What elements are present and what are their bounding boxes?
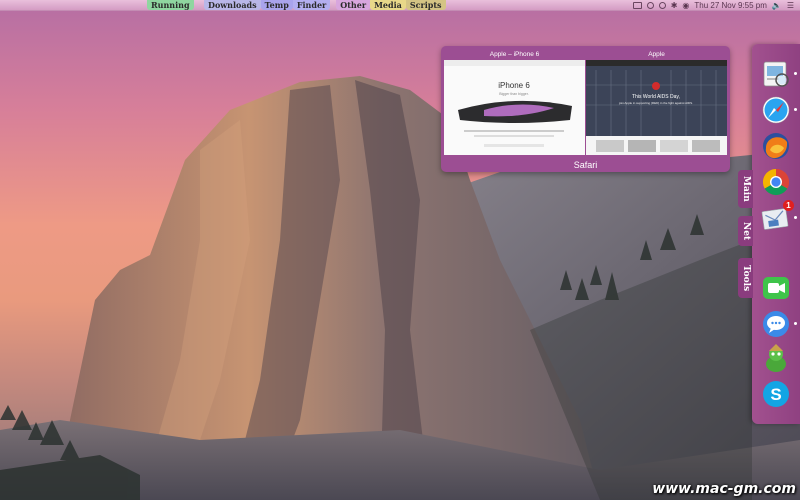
clock-icon[interactable] <box>658 2 666 9</box>
iphone6-page-preview: iPhone 6 Bigger than bigger. <box>444 60 585 155</box>
tab-main[interactable]: Main <box>738 170 753 208</box>
messages-icon[interactable] <box>760 308 797 340</box>
message-icon[interactable] <box>646 2 654 9</box>
wifi-icon[interactable]: ◉ <box>682 1 689 10</box>
mail-badge: 1 <box>783 200 794 211</box>
safari-window-preview: Apple – iPhone 6 iPhone 6 Bigger than bi… <box>441 46 730 172</box>
adium-icon[interactable] <box>760 342 792 374</box>
apple-page-headline: This World AIDS Day, <box>632 94 680 100</box>
running-indicator <box>794 108 797 111</box>
running-indicator <box>794 322 797 325</box>
page-headline: iPhone 6 <box>498 81 530 90</box>
date-time[interactable]: Thu 27 Nov 9:55 pm <box>694 1 766 10</box>
volume-icon[interactable]: 🔈 <box>772 1 782 10</box>
firefox-icon[interactable] <box>760 130 792 162</box>
popover-app-label: Safari <box>573 160 598 170</box>
tab-media[interactable]: Media <box>370 0 406 10</box>
skype-icon[interactable]: S <box>760 378 792 410</box>
facetime-icon[interactable] <box>760 272 792 304</box>
tab-finder[interactable]: Finder <box>292 0 331 10</box>
bluetooth-icon[interactable]: ✱ <box>671 1 678 10</box>
tab-scripts[interactable]: Scripts <box>405 0 446 10</box>
svg-text:S: S <box>770 385 781 404</box>
running-indicator <box>794 216 797 219</box>
apple-page-preview: This World AIDS Day, join Apple in suppo… <box>586 60 727 155</box>
preview-icon[interactable] <box>760 58 797 90</box>
chrome-icon[interactable] <box>760 166 792 198</box>
side-dock: Main Net Tools 1 S <box>738 44 800 424</box>
window-title: Apple <box>586 50 727 60</box>
window-thumbnail-iphone6[interactable]: Apple – iPhone 6 iPhone 6 Bigger than bi… <box>444 50 585 155</box>
battery-icon[interactable] <box>632 2 642 9</box>
running-tab-group: Running <box>147 0 194 10</box>
tab-downloads[interactable]: Downloads <box>204 0 261 10</box>
running-indicator <box>794 72 797 75</box>
tab-tools[interactable]: Tools <box>738 258 753 298</box>
window-thumbnail-apple[interactable]: Apple This World AIDS Day, join Apple in… <box>586 50 727 155</box>
watermark: www.mac-gm.com <box>652 481 796 497</box>
list-icon[interactable]: ☰ <box>787 1 794 10</box>
menu-bar: Running Downloads Temp Finder Other Medi… <box>0 0 800 11</box>
status-area: ✱ ◉ Thu 27 Nov 9:55 pm 🔈 ☰ <box>632 0 794 11</box>
safari-icon[interactable] <box>760 94 797 126</box>
mail-icon[interactable]: 1 <box>760 200 797 234</box>
apple-page-sub: join Apple in supporting (RED) in the fi… <box>618 101 693 105</box>
tab-temp[interactable]: Temp <box>260 0 293 10</box>
tab-running[interactable]: Running <box>147 0 194 10</box>
shelf-tab-group: Downloads Temp Finder Other Media Script… <box>204 0 446 10</box>
page-subhead: Bigger than bigger. <box>499 92 528 96</box>
tab-net[interactable]: Net <box>738 216 753 246</box>
tab-other[interactable]: Other <box>336 0 371 10</box>
window-title: Apple – iPhone 6 <box>444 50 585 60</box>
